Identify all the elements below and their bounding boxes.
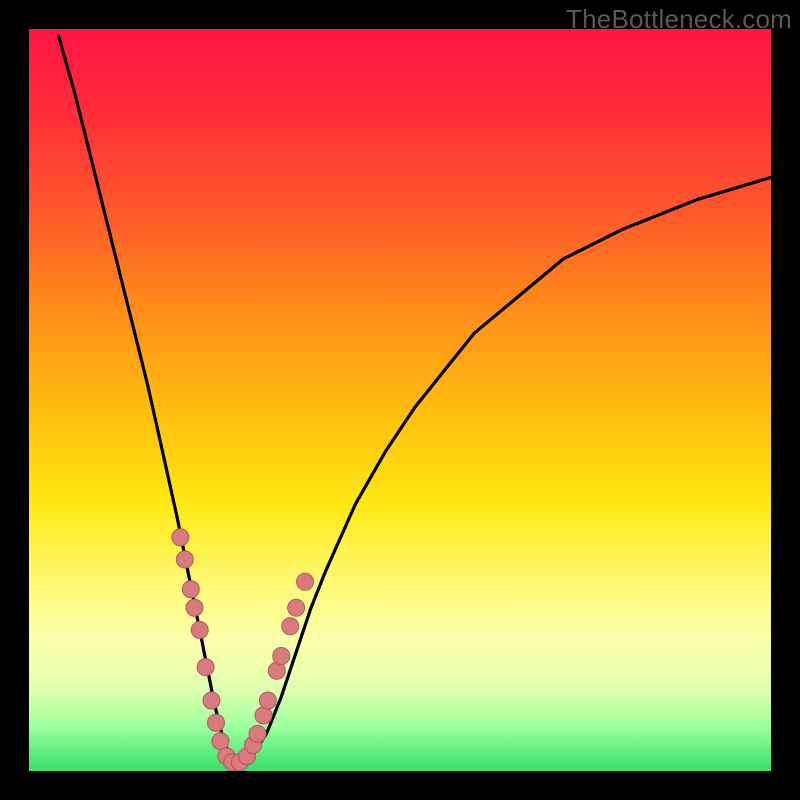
data-marker: [182, 581, 199, 598]
chart-frame: TheBottleneck.com: [0, 0, 800, 800]
attribution-text: TheBottleneck.com: [566, 4, 792, 35]
data-marker: [297, 573, 314, 590]
bottleneck-curve: [59, 36, 771, 763]
data-marker: [288, 599, 305, 616]
data-marker: [282, 618, 299, 635]
data-marker: [273, 648, 290, 665]
data-marker: [249, 725, 266, 742]
data-marker: [255, 707, 272, 724]
data-marker: [197, 659, 214, 676]
data-marker: [176, 551, 193, 568]
chart-svg: [29, 29, 771, 771]
data-marker: [208, 714, 225, 731]
data-marker: [191, 622, 208, 639]
data-marker: [186, 599, 203, 616]
data-marker: [259, 692, 276, 709]
data-marker: [203, 692, 220, 709]
data-marker: [172, 529, 189, 546]
